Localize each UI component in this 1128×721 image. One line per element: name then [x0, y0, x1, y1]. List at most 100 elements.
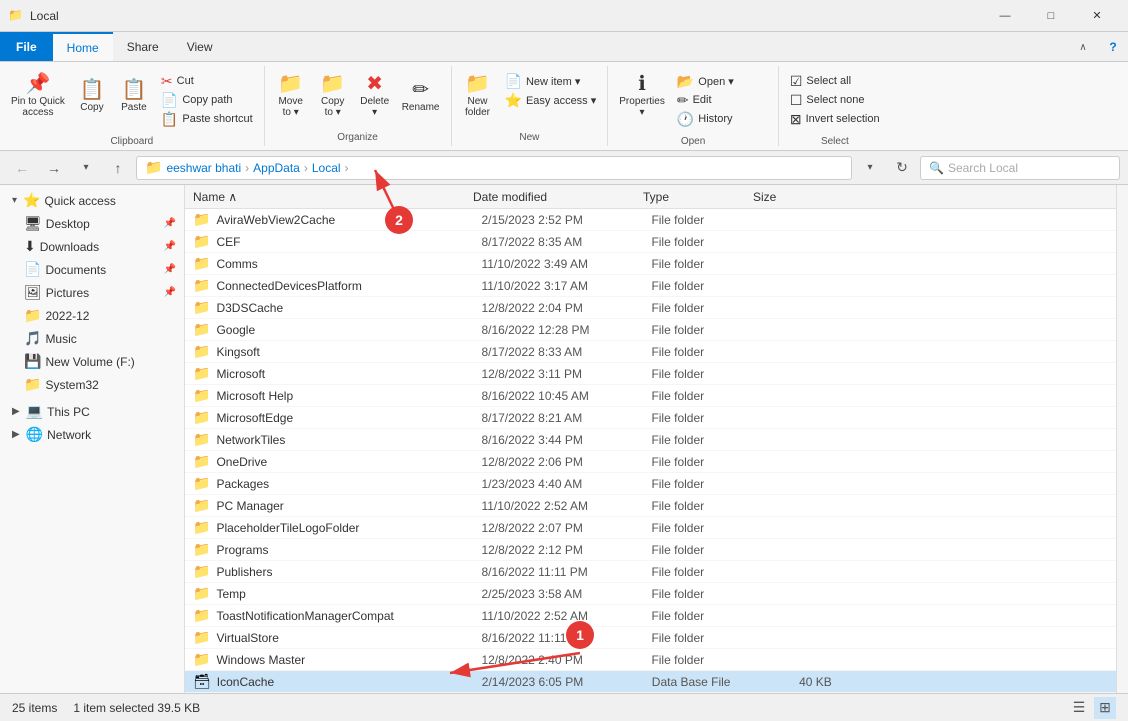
- sidebar-item-music[interactable]: 🎵 Music: [0, 327, 184, 350]
- file-row[interactable]: 📁 NetworkTiles 8/16/2022 3:44 PM File fo…: [185, 429, 1116, 451]
- cut-button[interactable]: ✂ Cut: [156, 72, 258, 90]
- file-type-1: File folder: [651, 235, 761, 249]
- paste-shortcut-button[interactable]: 📋 Paste shortcut: [156, 110, 258, 128]
- file-row[interactable]: 📁 Microsoft Help 8/16/2022 10:45 AM File…: [185, 385, 1116, 407]
- move-to-label: Moveto ▾: [278, 96, 302, 118]
- help-button[interactable]: ?: [1098, 32, 1128, 62]
- file-row[interactable]: 📁 PlaceholderTileLogoFolder 12/8/2022 2:…: [185, 517, 1116, 539]
- dropdown-locations-button[interactable]: ▾: [856, 154, 884, 182]
- file-row[interactable]: 📁 Google 8/16/2022 12:28 PM File folder: [185, 319, 1116, 341]
- new-label: New: [519, 130, 539, 146]
- file-row[interactable]: 📁 PC Manager 11/10/2022 2:52 AM File fol…: [185, 495, 1116, 517]
- file-icon-13: 📁: [193, 497, 210, 514]
- new-folder-button[interactable]: 📁 Newfolder: [458, 70, 498, 122]
- pin-quick-access-button[interactable]: 📌 Pin to Quickaccess: [6, 70, 70, 122]
- file-type-13: File folder: [651, 499, 761, 513]
- col-header-date[interactable]: Date modified: [473, 190, 643, 204]
- file-row[interactable]: 📁 OneDrive 12/8/2022 2:06 PM File folder: [185, 451, 1116, 473]
- select-all-button[interactable]: ☑ Select all: [785, 72, 885, 90]
- close-button[interactable]: ✕: [1074, 0, 1120, 32]
- search-bar[interactable]: 🔍 Search Local: [920, 156, 1120, 180]
- badge-2-label: 2: [395, 212, 403, 228]
- move-to-icon: 📁: [278, 74, 303, 94]
- quick-access-label: Quick access: [44, 194, 176, 208]
- file-row[interactable]: 📁 VirtualStore 8/16/2022 11:11 PM File f…: [185, 627, 1116, 649]
- move-to-button[interactable]: 📁 Moveto ▾: [271, 70, 311, 122]
- properties-button[interactable]: ℹ Properties▾: [614, 70, 670, 122]
- file-row[interactable]: 📁 ConnectedDevicesPlatform 11/10/2022 3:…: [185, 275, 1116, 297]
- file-row[interactable]: 🗃 IconCache 2/14/2023 6:05 PM Data Base …: [185, 671, 1116, 693]
- tab-home[interactable]: Home: [53, 32, 113, 61]
- back-button[interactable]: ←: [8, 154, 36, 182]
- file-row[interactable]: 📁 CEF 8/17/2022 8:35 AM File folder: [185, 231, 1116, 253]
- up-button[interactable]: ↑: [104, 154, 132, 182]
- history-button[interactable]: 🕐 History: [672, 110, 772, 128]
- rename-button[interactable]: ✏ Rename: [397, 70, 445, 122]
- file-row[interactable]: 📁 Temp 2/25/2023 3:58 AM File folder: [185, 583, 1116, 605]
- file-row[interactable]: 📁 Packages 1/23/2023 4:40 AM File folder: [185, 473, 1116, 495]
- tab-share[interactable]: Share: [113, 32, 173, 61]
- sidebar-item-desktop[interactable]: 🖥 Desktop 📌: [0, 212, 184, 235]
- sidebar-item-documents[interactable]: 📄 Documents 📌: [0, 258, 184, 281]
- file-date-18: 11/10/2022 2:52 AM: [481, 609, 651, 623]
- file-row[interactable]: 📁 MicrosoftEdge 8/17/2022 8:21 AM File f…: [185, 407, 1116, 429]
- col-header-name[interactable]: Name ∧: [193, 190, 473, 204]
- file-row[interactable]: 📁 Windows Master 12/8/2022 2:40 PM File …: [185, 649, 1116, 671]
- file-type-8: File folder: [651, 389, 761, 403]
- clipboard-buttons: 📌 Pin to Quickaccess 📋 Copy 📋 Paste ✂ Cu…: [6, 66, 258, 134]
- search-icon: 🔍: [929, 161, 944, 175]
- col-header-type[interactable]: Type: [643, 190, 753, 204]
- file-date-12: 1/23/2023 4:40 AM: [481, 477, 651, 491]
- file-row[interactable]: 📁 Publishers 8/16/2022 11:11 PM File fol…: [185, 561, 1116, 583]
- new-item-button[interactable]: 📄 New item ▾: [500, 72, 602, 90]
- copy-path-button[interactable]: 📄 Copy path: [156, 91, 258, 109]
- file-row[interactable]: 📁 D3DSCache 12/8/2022 2:04 PM File folde…: [185, 297, 1116, 319]
- sidebar-item-system32[interactable]: 📁 System32: [0, 373, 184, 396]
- breadcrumb-appdata[interactable]: AppData: [253, 161, 300, 175]
- select-none-button[interactable]: ☐ Select none: [785, 91, 885, 109]
- sidebar-quick-access[interactable]: ▾ ⭐ Quick access: [0, 189, 184, 212]
- minimize-button[interactable]: —: [982, 0, 1028, 32]
- file-row[interactable]: 📁 Microsoft 12/8/2022 3:11 PM File folde…: [185, 363, 1116, 385]
- edit-button[interactable]: ✏ Edit: [672, 91, 772, 109]
- tab-file[interactable]: File: [0, 32, 53, 61]
- delete-button[interactable]: ✖ Delete▾: [355, 70, 395, 122]
- file-row[interactable]: 📁 Programs 12/8/2022 2:12 PM File folder: [185, 539, 1116, 561]
- tab-view[interactable]: View: [173, 32, 227, 61]
- easy-access-button[interactable]: ⭐ Easy access ▾: [500, 91, 602, 109]
- refresh-button[interactable]: ↻: [888, 154, 916, 182]
- sidebar-this-pc[interactable]: ▶ 💻 This PC: [0, 400, 184, 423]
- select-none-label: Select none: [806, 94, 864, 106]
- right-scrollbar[interactable]: [1116, 185, 1128, 693]
- file-row[interactable]: 📁 Comms 11/10/2022 3:49 AM File folder: [185, 253, 1116, 275]
- details-view-button[interactable]: ⊞: [1094, 697, 1116, 719]
- sidebar-item-new-volume[interactable]: 💾 New Volume (F:): [0, 350, 184, 373]
- breadcrumb-user[interactable]: eeshwar bhati: [166, 161, 241, 175]
- col-header-size[interactable]: Size: [753, 190, 833, 204]
- file-name-7: Microsoft: [216, 367, 481, 381]
- sidebar-item-2022-12[interactable]: 📁 2022-12: [0, 304, 184, 327]
- select-buttons: ☑ Select all ☐ Select none ⊠ Invert sele…: [785, 66, 885, 134]
- file-row[interactable]: 📁 AviraWebView2Cache 2/15/2023 2:52 PM F…: [185, 209, 1116, 231]
- file-row[interactable]: 📁 ToastNotificationManagerCompat 11/10/2…: [185, 605, 1116, 627]
- copy-button[interactable]: 📋 Copy: [72, 70, 112, 122]
- downloads-pin: 📌: [164, 241, 176, 252]
- recent-locations-button[interactable]: ▾: [72, 154, 100, 182]
- file-date-1: 8/17/2022 8:35 AM: [481, 235, 651, 249]
- sidebar-item-pictures[interactable]: 🖼 Pictures 📌: [0, 281, 184, 304]
- list-view-button[interactable]: ☰: [1068, 697, 1090, 719]
- copy-to-button[interactable]: 📁 Copyto ▾: [313, 70, 353, 122]
- maximize-button[interactable]: □: [1028, 0, 1074, 32]
- breadcrumb-local[interactable]: Local: [312, 161, 341, 175]
- breadcrumb[interactable]: 📁 eeshwar bhati › AppData › Local ›: [136, 156, 852, 180]
- sidebar-network[interactable]: ▶ 🌐 Network: [0, 423, 184, 446]
- open-button[interactable]: 📂 Open ▾: [672, 72, 772, 90]
- file-icon-10: 📁: [193, 431, 210, 448]
- forward-button[interactable]: →: [40, 154, 68, 182]
- paste-button[interactable]: 📋 Paste: [114, 70, 154, 122]
- file-type-7: File folder: [651, 367, 761, 381]
- invert-selection-button[interactable]: ⊠ Invert selection: [785, 110, 885, 128]
- ribbon-collapse-button[interactable]: ∧: [1068, 32, 1098, 62]
- sidebar-item-downloads[interactable]: ⬇ Downloads 📌: [0, 235, 184, 258]
- file-row[interactable]: 📁 Kingsoft 8/17/2022 8:33 AM File folder: [185, 341, 1116, 363]
